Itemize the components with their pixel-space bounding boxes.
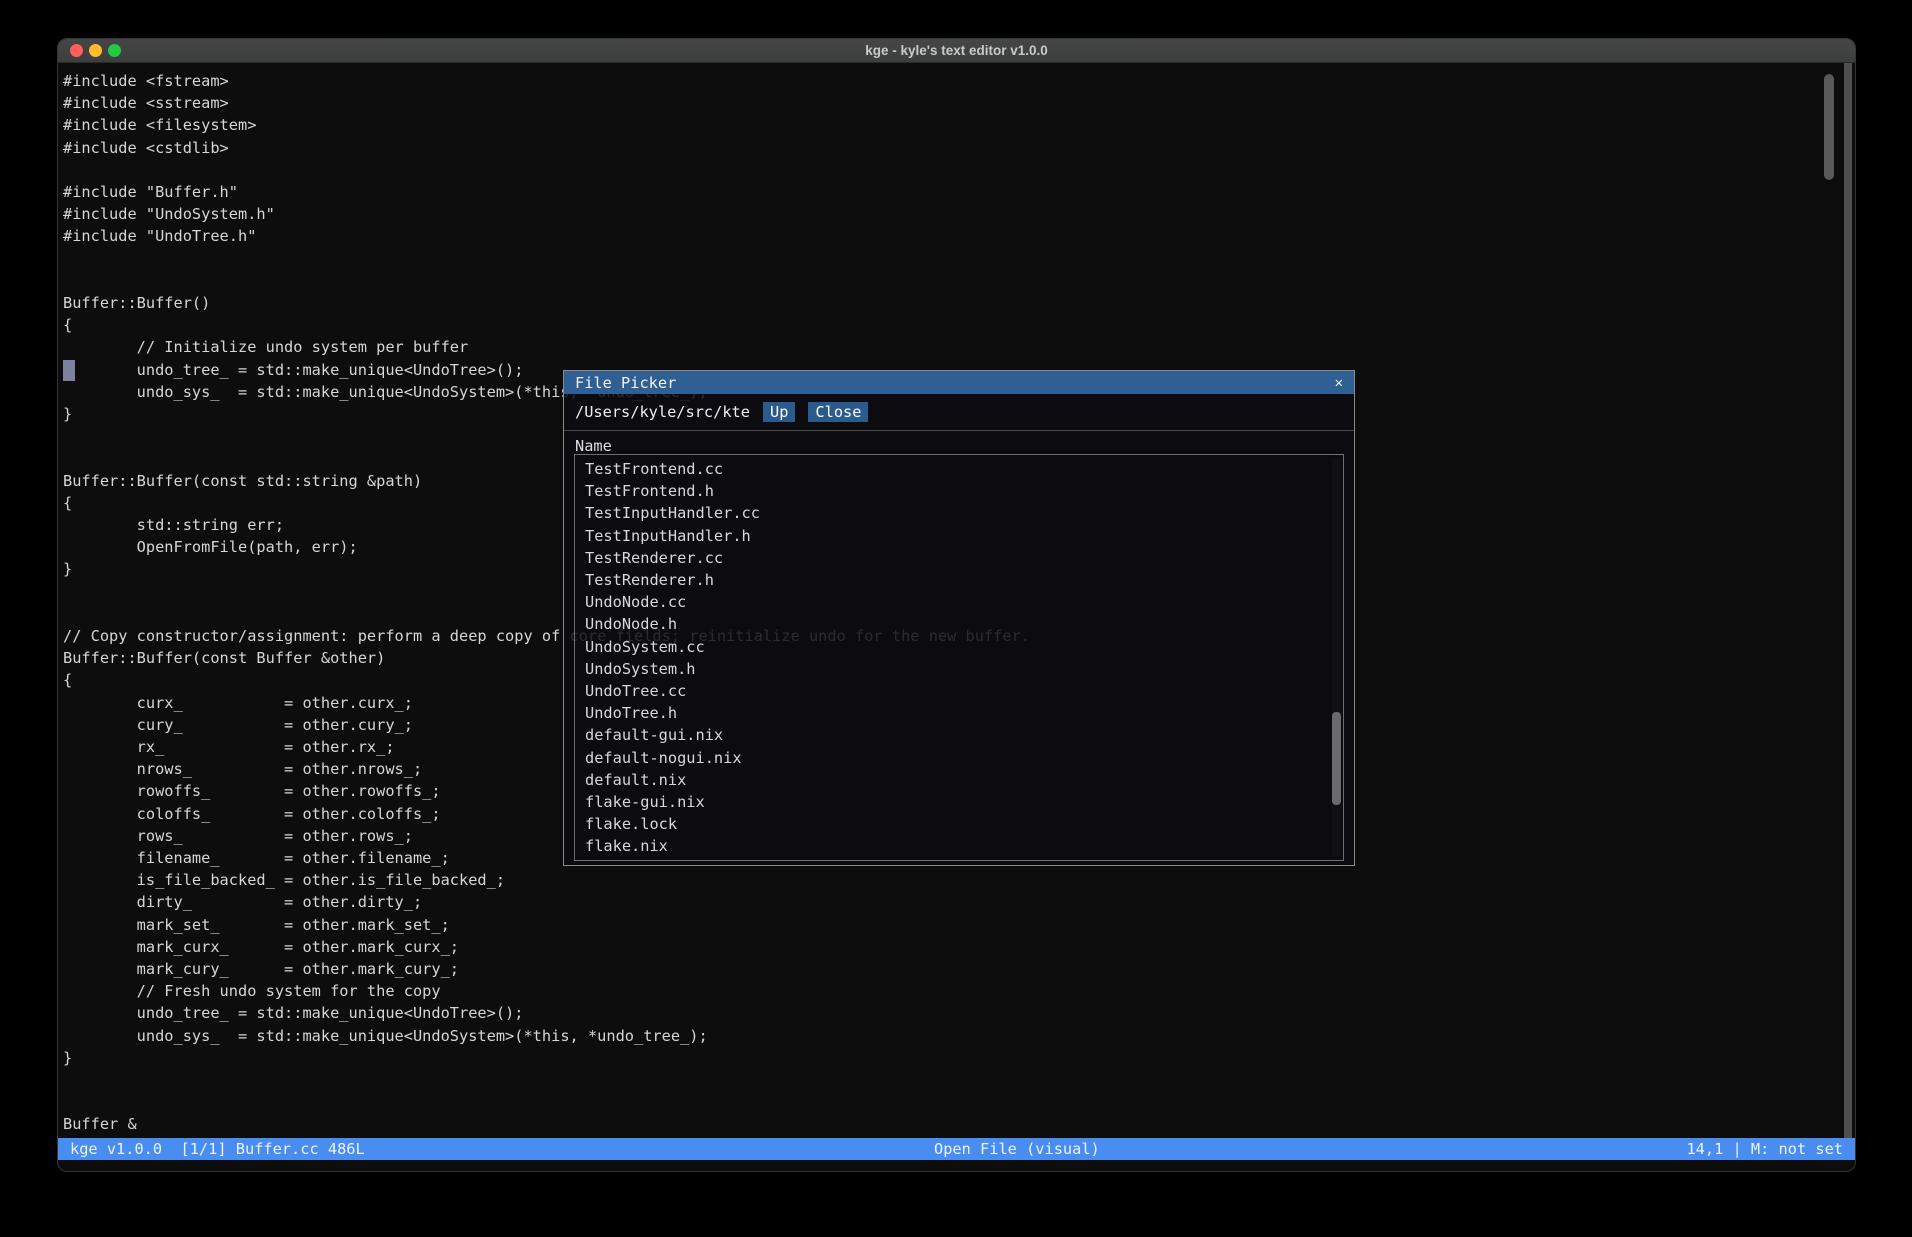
file-list-scrollbar-thumb[interactable]	[1332, 712, 1341, 805]
close-window-button[interactable]	[70, 44, 83, 57]
code-line: Buffer &	[63, 1113, 1855, 1135]
code-line: mark_cury_ = other.mark_cury_;	[63, 958, 1855, 980]
close-icon[interactable]: ✕	[1335, 376, 1343, 390]
path-row: /Users/kyle/src/kte Up Close	[564, 394, 1354, 428]
up-button[interactable]: Up	[763, 402, 795, 422]
status-right: 14,1 | M: not set	[1686, 1140, 1843, 1158]
file-list[interactable]: TestFrontend.ccTestFrontend.hTestInputHa…	[574, 454, 1344, 861]
file-list-item[interactable]: TestInputHandler.cc	[575, 502, 1343, 524]
file-picker-dialog: File Picker ✕ /Users/kyle/src/kte Up Clo…	[563, 370, 1355, 866]
file-picker-title: File Picker	[575, 374, 676, 392]
code-line: Buffer::Buffer()	[63, 292, 1855, 314]
status-center: Open File (visual)	[934, 1140, 1100, 1158]
window-title: kge - kyle's text editor v1.0.0	[865, 43, 1048, 58]
code-line: is_file_backed_ = other.is_file_backed_;	[63, 869, 1855, 891]
file-picker-titlebar[interactable]: File Picker ✕	[564, 371, 1354, 394]
file-list-item[interactable]: UndoNode.h	[575, 613, 1343, 635]
code-line: undo_sys_ = std::make_unique<UndoSystem>…	[63, 1025, 1855, 1047]
file-list-items: TestFrontend.ccTestFrontend.hTestInputHa…	[575, 458, 1343, 858]
current-path: /Users/kyle/src/kte	[575, 403, 750, 421]
editor-window: kge - kyle's text editor v1.0.0 #include…	[57, 38, 1856, 1172]
code-line: #include "Buffer.h"	[63, 181, 1855, 203]
file-list-item[interactable]: TestInputHandler.h	[575, 525, 1343, 547]
file-list-item[interactable]: TestRenderer.cc	[575, 547, 1343, 569]
code-line: #include <fstream>	[63, 70, 1855, 92]
file-list-item[interactable]: UndoNode.cc	[575, 591, 1343, 613]
file-list-item[interactable]: UndoSystem.cc	[575, 636, 1343, 658]
code-line: // Initialize undo system per buffer	[63, 336, 1855, 358]
code-line: undo_tree_ = std::make_unique<UndoTree>(…	[63, 1002, 1855, 1024]
code-line	[63, 248, 1855, 270]
code-line: {	[63, 314, 1855, 336]
code-line: #include "UndoSystem.h"	[63, 203, 1855, 225]
editor-scrollbar-track[interactable]	[1844, 63, 1852, 1138]
status-left: kge v1.0.0 [1/1] Buffer.cc 486L	[70, 1140, 365, 1158]
code-line	[63, 1069, 1855, 1091]
close-button[interactable]: Close	[808, 402, 868, 422]
file-list-item[interactable]: flake.nix	[575, 835, 1343, 857]
minimize-window-button[interactable]	[89, 44, 102, 57]
status-bar: kge v1.0.0 [1/1] Buffer.cc 486L Open Fil…	[58, 1138, 1855, 1160]
text-cursor	[63, 360, 75, 381]
code-line: #include <filesystem>	[63, 114, 1855, 136]
code-line	[63, 159, 1855, 181]
file-list-item[interactable]: TestFrontend.h	[575, 480, 1343, 502]
code-line	[63, 270, 1855, 292]
file-list-item[interactable]: TestFrontend.cc	[575, 458, 1343, 480]
file-list-item[interactable]: UndoTree.h	[575, 702, 1343, 724]
file-list-item[interactable]: default-nogui.nix	[575, 747, 1343, 769]
file-list-item[interactable]: default.nix	[575, 769, 1343, 791]
file-list-item[interactable]: flake.lock	[575, 813, 1343, 835]
traffic-lights	[70, 39, 121, 62]
code-line: // Fresh undo system for the copy	[63, 980, 1855, 1002]
editor-scrollbar-thumb[interactable]	[1824, 74, 1834, 180]
file-list-item[interactable]: flake-gui.nix	[575, 791, 1343, 813]
file-list-item[interactable]: UndoTree.cc	[575, 680, 1343, 702]
code-line: dirty_ = other.dirty_;	[63, 891, 1855, 913]
zoom-window-button[interactable]	[108, 44, 121, 57]
code-line: mark_curx_ = other.mark_curx_;	[63, 936, 1855, 958]
file-list-item[interactable]: default-gui.nix	[575, 724, 1343, 746]
file-list-item[interactable]: TestRenderer.h	[575, 569, 1343, 591]
code-line: #include <sstream>	[63, 92, 1855, 114]
code-line	[63, 1091, 1855, 1113]
code-line: mark_set_ = other.mark_set_;	[63, 914, 1855, 936]
code-line: #include "UndoTree.h"	[63, 225, 1855, 247]
window-titlebar[interactable]: kge - kyle's text editor v1.0.0	[58, 39, 1855, 63]
code-line: #include <cstdlib>	[63, 137, 1855, 159]
code-line: }	[63, 1047, 1855, 1069]
file-list-item[interactable]: UndoSystem.h	[575, 658, 1343, 680]
